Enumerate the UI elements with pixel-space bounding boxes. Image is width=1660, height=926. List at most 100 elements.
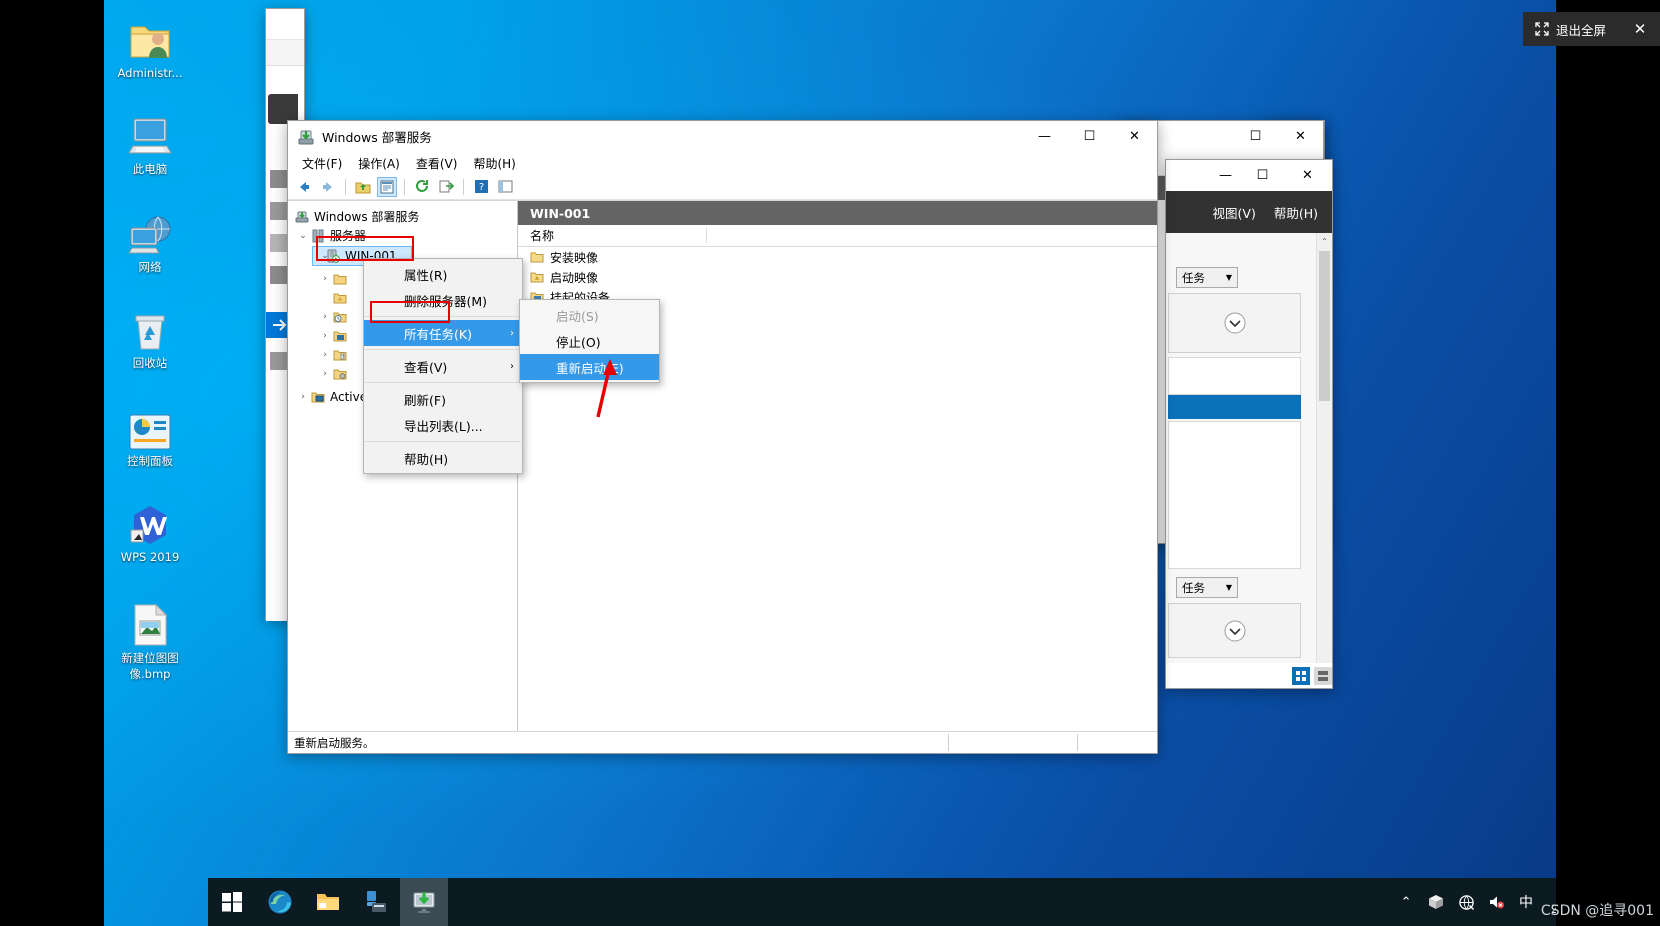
scroll-up-icon[interactable]: ⌃ bbox=[1317, 233, 1332, 249]
show-hide-icon[interactable] bbox=[495, 177, 515, 197]
tile-view-icon[interactable] bbox=[1314, 667, 1332, 685]
help-icon[interactable]: ? bbox=[471, 177, 491, 197]
wds-toolbar[interactable]: ? bbox=[288, 174, 1157, 200]
desktop-icon-new-bitmap[interactable]: 新建位图图 像.bmp bbox=[104, 600, 196, 682]
vertical-scrollbar[interactable]: ⌃ bbox=[1316, 233, 1332, 663]
submenu-item-restart[interactable]: 重新启动(E) bbox=[520, 354, 659, 380]
desktop-icon-network[interactable]: 网络 bbox=[104, 210, 196, 275]
wds-titlebar[interactable]: Windows 部署服务 — ☐ ✕ bbox=[288, 121, 1157, 152]
task-dropdown-1[interactable]: 任务 ▼ bbox=[1176, 267, 1238, 288]
tree-root-label: Windows 部署服务 bbox=[314, 210, 420, 224]
list-item[interactable]: 启动映像 bbox=[518, 267, 1157, 287]
ime-indicator[interactable]: 中 bbox=[1513, 878, 1539, 926]
chevron-right-icon[interactable]: › bbox=[318, 369, 332, 379]
task-dropdown-2[interactable]: 任务 ▼ bbox=[1176, 577, 1238, 598]
menu-view[interactable]: 查看(V) bbox=[408, 153, 466, 174]
package-icon[interactable] bbox=[1423, 878, 1449, 926]
all-tasks-submenu[interactable]: 启动(S) 停止(O) 重新启动(E) bbox=[519, 299, 660, 383]
context-menu[interactable]: 属性(R) 删除服务器(M) 所有任务(K) › 查看(V) › 刷新(F) 导… bbox=[363, 258, 523, 474]
wds-minimize-button[interactable]: — bbox=[1022, 121, 1067, 152]
tree-root[interactable]: Windows 部署服务 bbox=[288, 207, 517, 226]
network-disconnected-icon[interactable] bbox=[1453, 878, 1479, 926]
list-column-header[interactable]: 名称 bbox=[518, 225, 1157, 247]
desktop-icon-this-pc[interactable]: 此电脑 bbox=[104, 112, 196, 177]
forward-icon[interactable] bbox=[318, 177, 338, 197]
servers-icon bbox=[310, 228, 326, 244]
back-icon[interactable] bbox=[294, 177, 314, 197]
chevron-down-icon[interactable]: ⌄ bbox=[296, 231, 310, 241]
desktop-icon-label: WPS 2019 bbox=[120, 550, 180, 564]
desktop-icon-wps[interactable]: WPS 2019 bbox=[104, 500, 196, 565]
file-explorer-button[interactable] bbox=[304, 878, 352, 926]
context-menu-item-help[interactable]: 帮助(H) bbox=[364, 445, 522, 471]
bgwin2-minimize-button[interactable]: — bbox=[1219, 168, 1232, 183]
chevron-right-icon: › bbox=[510, 327, 514, 339]
desktop-icon-control-panel[interactable]: 控制面板 bbox=[104, 404, 196, 469]
wds-icon bbox=[298, 130, 314, 144]
folder-drivers-icon bbox=[332, 347, 348, 363]
wds-list-pane[interactable]: WIN-001 名称 安装映像 启动映像 挂起的设备 bbox=[518, 201, 1157, 731]
list-view-icon[interactable] bbox=[1292, 667, 1310, 685]
desktop-icon-administrator[interactable]: Administr... bbox=[104, 16, 196, 81]
chevron-right-icon[interactable]: › bbox=[318, 312, 332, 322]
wds-close-button[interactable]: ✕ bbox=[1112, 121, 1157, 152]
edge-button[interactable] bbox=[256, 878, 304, 926]
context-menu-item-all-tasks[interactable]: 所有任务(K) › bbox=[364, 320, 522, 346]
chevron-right-icon[interactable]: › bbox=[318, 350, 332, 360]
server-manager-window-front[interactable]: — ☐ ✕ 视图(V) 帮助(H) ⌃ 任务 ▼ 任务 ▼ bbox=[1165, 159, 1333, 689]
menu-help[interactable]: 帮助(H) bbox=[465, 153, 523, 174]
chevron-down-circle-icon[interactable] bbox=[1224, 312, 1246, 334]
wds-window[interactable]: Windows 部署服务 — ☐ ✕ 文件(F) 操作(A) 查看(V) 帮助(… bbox=[287, 120, 1158, 754]
server-manager-button[interactable] bbox=[352, 878, 400, 926]
chevron-right-icon[interactable]: › bbox=[318, 274, 332, 284]
exit-fullscreen-bar[interactable]: 退出全屏 ✕ bbox=[1522, 12, 1660, 46]
column-separator[interactable] bbox=[706, 228, 707, 243]
start-button[interactable] bbox=[208, 878, 256, 926]
chevron-down-circle-icon[interactable] bbox=[1224, 620, 1246, 642]
wds-maximize-button[interactable]: ☐ bbox=[1067, 121, 1112, 152]
bgwin2-maximize-button[interactable]: ☐ bbox=[1240, 160, 1285, 191]
user-folder-icon bbox=[104, 16, 196, 62]
view-toggle-group[interactable] bbox=[1292, 667, 1332, 685]
bgwin1-close-button[interactable]: ✕ bbox=[1278, 121, 1323, 152]
chevron-right-icon[interactable]: › bbox=[318, 331, 332, 341]
volume-muted-icon[interactable] bbox=[1483, 878, 1509, 926]
submenu-item-stop[interactable]: 停止(O) bbox=[520, 328, 659, 354]
taskbar[interactable]: ⌃ 中 2 bbox=[208, 878, 1556, 926]
folder-icon bbox=[317, 894, 339, 910]
properties-icon[interactable] bbox=[377, 176, 397, 197]
recycle-bin-icon bbox=[104, 306, 196, 352]
export-icon[interactable] bbox=[436, 177, 456, 197]
scrollbar-thumb[interactable] bbox=[1319, 251, 1330, 401]
menu-view[interactable]: 视图(V) bbox=[1213, 203, 1256, 222]
exit-fullscreen-button[interactable]: 退出全屏 bbox=[1535, 20, 1620, 39]
bgwin2-close-button[interactable]: ✕ bbox=[1285, 160, 1330, 191]
context-menu-item-delete-server[interactable]: 删除服务器(M) bbox=[364, 287, 522, 313]
chevron-down-icon[interactable]: ⌄ bbox=[318, 251, 332, 261]
bgwin2-titlebar[interactable]: — ☐ ✕ bbox=[1166, 160, 1332, 191]
system-tray[interactable]: ⌃ 中 2 bbox=[1393, 878, 1556, 926]
desktop[interactable]: Administr... 此电脑 网络 回收站 控制面板 WPS 2019 新建… bbox=[104, 0, 1556, 926]
context-menu-item-properties[interactable]: 属性(R) bbox=[364, 261, 522, 287]
fullscreen-close-button[interactable]: ✕ bbox=[1620, 12, 1660, 46]
menu-help[interactable]: 帮助(H) bbox=[1274, 203, 1318, 222]
list-header: WIN-001 bbox=[518, 201, 1157, 225]
context-menu-item-refresh[interactable]: 刷新(F) bbox=[364, 386, 522, 412]
list-item[interactable]: 安装映像 bbox=[518, 247, 1157, 267]
chevron-right-icon[interactable]: › bbox=[296, 392, 310, 402]
context-menu-item-view[interactable]: 查看(V) › bbox=[364, 353, 522, 379]
context-menu-item-export-list[interactable]: 导出列表(L)... bbox=[364, 412, 522, 438]
wds-taskbar-button[interactable] bbox=[400, 878, 448, 926]
wps-icon bbox=[104, 500, 196, 546]
up-folder-icon[interactable] bbox=[353, 177, 373, 197]
wds-menubar[interactable]: 文件(F) 操作(A) 查看(V) 帮助(H) bbox=[288, 152, 1157, 174]
show-hidden-icons-chevron[interactable]: ⌃ bbox=[1393, 878, 1419, 926]
refresh-icon[interactable] bbox=[412, 177, 432, 197]
tree-servers[interactable]: ⌄ 服务器 bbox=[288, 226, 517, 245]
menu-file[interactable]: 文件(F) bbox=[294, 153, 350, 174]
menu-action[interactable]: 操作(A) bbox=[350, 153, 408, 174]
bgwin1-maximize-button[interactable]: ☐ bbox=[1233, 121, 1278, 152]
list-item-label: 安装映像 bbox=[550, 250, 599, 265]
desktop-icon-recycle-bin[interactable]: 回收站 bbox=[104, 306, 196, 371]
server-manager-menubar[interactable]: 视图(V) 帮助(H) bbox=[1166, 191, 1332, 233]
